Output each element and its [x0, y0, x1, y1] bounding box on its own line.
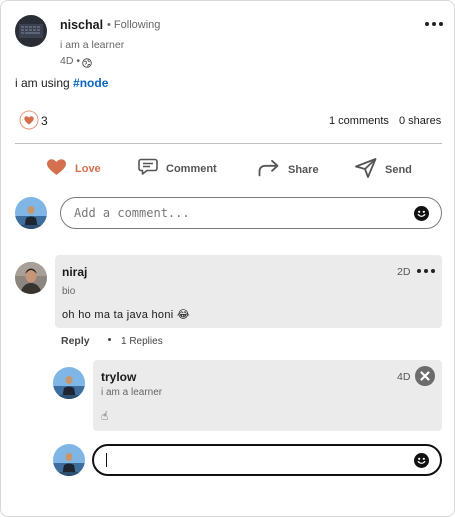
commenter-name[interactable]: niraj [62, 265, 87, 279]
reply-bubble: trylow i am a learner 4D ☝ [93, 360, 442, 431]
close-icon[interactable] [415, 366, 435, 386]
heart-icon [46, 158, 67, 179]
reply-input[interactable] [105, 453, 405, 467]
comment-button[interactable]: Comment [138, 158, 217, 179]
author-avatar[interactable] [15, 15, 47, 47]
comment-input-box[interactable] [60, 197, 442, 229]
comment-button-label: Comment [166, 162, 217, 175]
comment-icon [138, 158, 158, 179]
hashtag-link[interactable]: #node [73, 76, 108, 90]
reply-text: ☝ [101, 409, 109, 423]
post-divider [15, 143, 442, 144]
reply-input-box[interactable] [92, 444, 442, 476]
commenter-avatar[interactable] [15, 262, 47, 294]
love-reaction-icon[interactable] [19, 110, 39, 130]
globe-icon [82, 55, 92, 68]
post-card: nischal • Following i am a learner 4D • … [0, 0, 455, 517]
view-replies-link[interactable]: 1 Replies [121, 336, 163, 347]
send-button-label: Send [385, 163, 412, 176]
shares-count-link[interactable]: 0 shares [399, 115, 441, 127]
send-icon [355, 158, 377, 181]
post-text: i am using #node [15, 76, 108, 90]
following-status: • Following [107, 19, 161, 31]
emoji-icon-reply[interactable] [414, 453, 429, 468]
share-arrow-icon [258, 159, 280, 180]
comment-bubble: niraj bio 2D oh ho ma ta java honi 😂 [55, 255, 442, 328]
current-user-avatar-reply[interactable] [53, 444, 85, 476]
love-button[interactable]: Love [46, 158, 101, 179]
replier-name[interactable]: trylow [101, 370, 136, 384]
comment-input[interactable] [74, 206, 404, 220]
emoji-icon[interactable] [414, 206, 429, 221]
commenter-bio: bio [62, 286, 76, 297]
share-button-label: Share [288, 163, 319, 176]
share-button[interactable]: Share [258, 159, 319, 180]
reply-button[interactable]: Reply [61, 335, 90, 347]
comment-text: oh ho ma ta java honi 😂 [62, 309, 190, 321]
comment-more-options-icon[interactable] [417, 269, 435, 273]
author-bio: i am a learner [60, 39, 125, 51]
text-cursor [106, 453, 107, 467]
reaction-count[interactable]: 3 [41, 114, 48, 128]
love-button-label: Love [75, 162, 101, 175]
comments-count-link[interactable]: 1 comments [329, 115, 389, 127]
comment-timestamp: 2D [397, 266, 411, 278]
post-timestamp: 4D • [60, 55, 81, 67]
post-more-options-icon[interactable] [425, 22, 443, 26]
separator-dot [108, 338, 111, 341]
author-name[interactable]: nischal [60, 18, 103, 32]
current-user-avatar[interactable] [15, 197, 47, 229]
post-text-body: i am using [15, 76, 74, 90]
reply-timestamp: 4D [397, 371, 411, 383]
send-button[interactable]: Send [355, 158, 412, 181]
replier-avatar[interactable] [53, 367, 85, 399]
replier-bio: i am a learner [101, 387, 163, 398]
